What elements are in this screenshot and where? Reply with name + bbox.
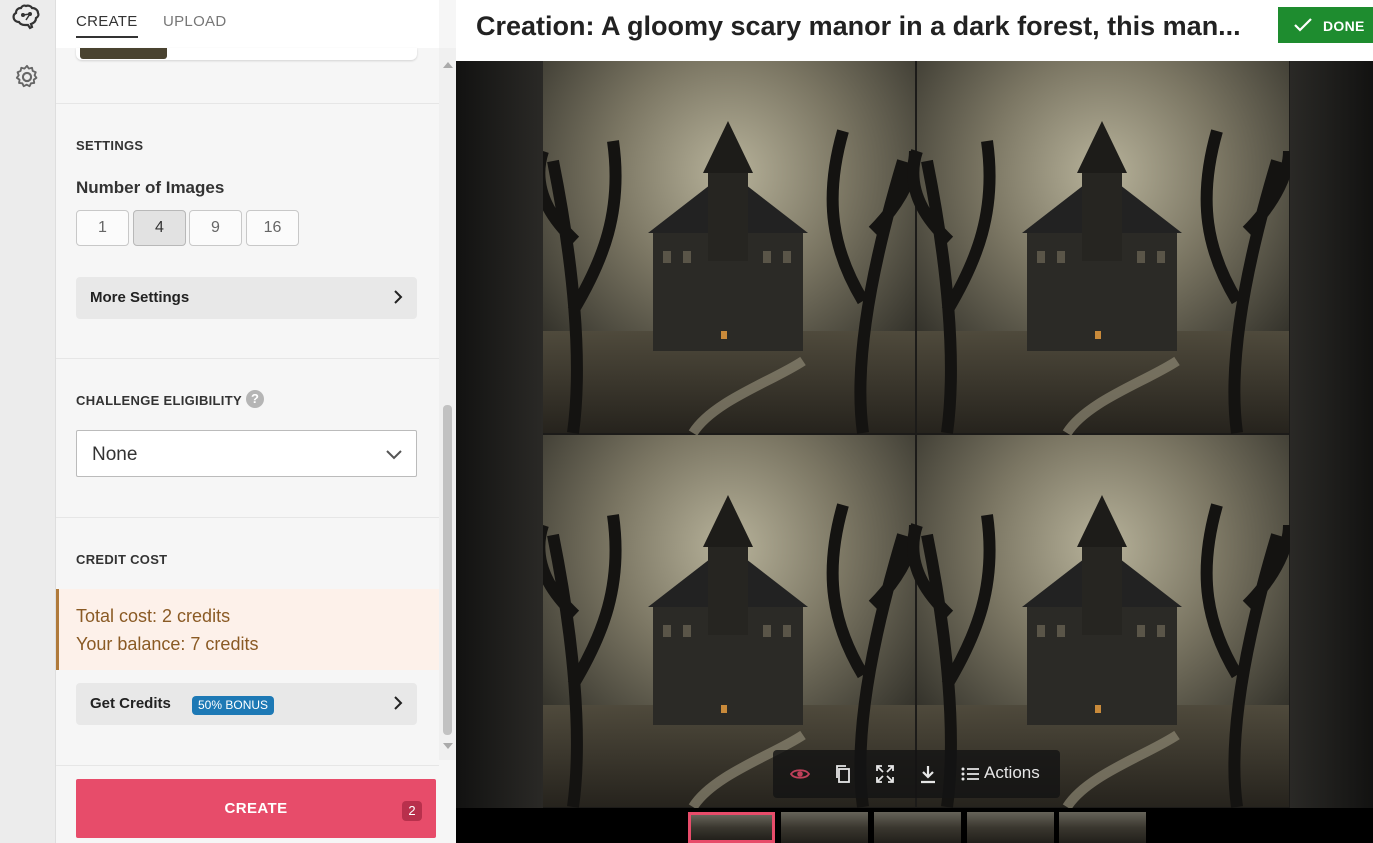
generated-image-1[interactable] [543,61,915,433]
chevron-right-icon [394,290,403,304]
fullscreen-icon[interactable] [875,764,895,784]
creation-header: Creation: A gloomy scary manor in a dark… [456,0,1373,61]
number-of-images-label: Number of Images [76,178,225,197]
gear-icon[interactable] [13,63,41,91]
viewer-backdrop-left [456,61,543,808]
help-icon[interactable]: ? [246,390,264,408]
image-count-16-button[interactable]: 16 [246,210,299,246]
more-settings-button[interactable]: More Settings [76,277,417,319]
divider [56,358,439,359]
image-count-1-button[interactable]: 1 [76,210,129,246]
bonus-badge: 50% BONUS [192,696,275,715]
thumbnail-image-2[interactable] [874,812,961,843]
actions-menu-button[interactable]: Actions [984,763,1040,783]
tab-bar: CREATE UPLOAD [56,0,439,48]
divider [56,103,439,104]
create-panel: CREATE UPLOAD SETTINGS Number of Images … [56,0,456,843]
eye-icon[interactable] [790,764,810,784]
divider [56,765,439,766]
scroll-up-arrow[interactable] [443,62,453,68]
challenge-eligibility-heading: CHALLENGE ELIGIBILITY [76,393,242,408]
image-viewer: Actions [456,61,1373,808]
get-credits-button[interactable]: Get Credits 50% BONUS [76,683,417,725]
tab-upload[interactable]: UPLOAD [163,13,227,30]
thumbnail-image-1[interactable] [781,812,868,843]
scroll-down-arrow[interactable] [443,743,453,749]
divider [56,517,439,518]
panel-scrollbar[interactable] [439,48,456,760]
create-button-label: CREATE [224,800,288,817]
balance-text: Your balance: 7 credits [76,634,259,654]
generated-image-grid[interactable] [543,61,1290,808]
done-label: DONE [1323,18,1365,34]
total-cost-text: Total cost: 2 credits [76,606,231,626]
thumbnail-image-4[interactable] [1059,812,1146,843]
settings-heading: SETTINGS [76,138,144,153]
create-cost-badge: 2 [402,801,422,821]
left-rail [0,0,56,843]
chevron-right-icon [394,696,403,710]
prompt-image-thumbnail [80,48,167,59]
challenge-eligibility-select[interactable]: None [76,430,417,477]
credit-cost-box: Total cost: 2 credits Your balance: 7 cr… [56,589,439,670]
thumbnail-strip [456,808,1373,843]
image-toolbar: Actions [773,750,1060,798]
image-count-9-button[interactable]: 9 [189,210,242,246]
done-button[interactable]: DONE [1278,7,1373,43]
scrollbar-thumb[interactable] [443,405,452,735]
image-count-4-button[interactable]: 4 [133,210,186,246]
thumbnail-grid[interactable] [688,812,775,843]
download-icon[interactable] [918,764,938,784]
prompt-image-card[interactable] [76,48,417,60]
more-settings-label: More Settings [90,289,190,306]
list-icon[interactable] [961,766,979,782]
challenge-eligibility-value: None [92,444,138,465]
copy-icon[interactable] [833,764,853,784]
generated-image-2[interactable] [913,61,1289,433]
get-credits-label: Get Credits [90,695,171,712]
create-button[interactable]: CREATE 2 [76,779,436,838]
credit-cost-heading: CREDIT COST [76,552,168,567]
tab-create[interactable]: CREATE [76,13,138,38]
brain-logo-icon[interactable] [12,2,42,32]
viewer-backdrop-right [1290,61,1373,808]
creation-title: Creation: A gloomy scary manor in a dark… [476,11,1241,41]
chevron-down-icon [386,450,402,460]
check-icon [1294,18,1312,32]
thumbnail-image-3[interactable] [967,812,1054,843]
